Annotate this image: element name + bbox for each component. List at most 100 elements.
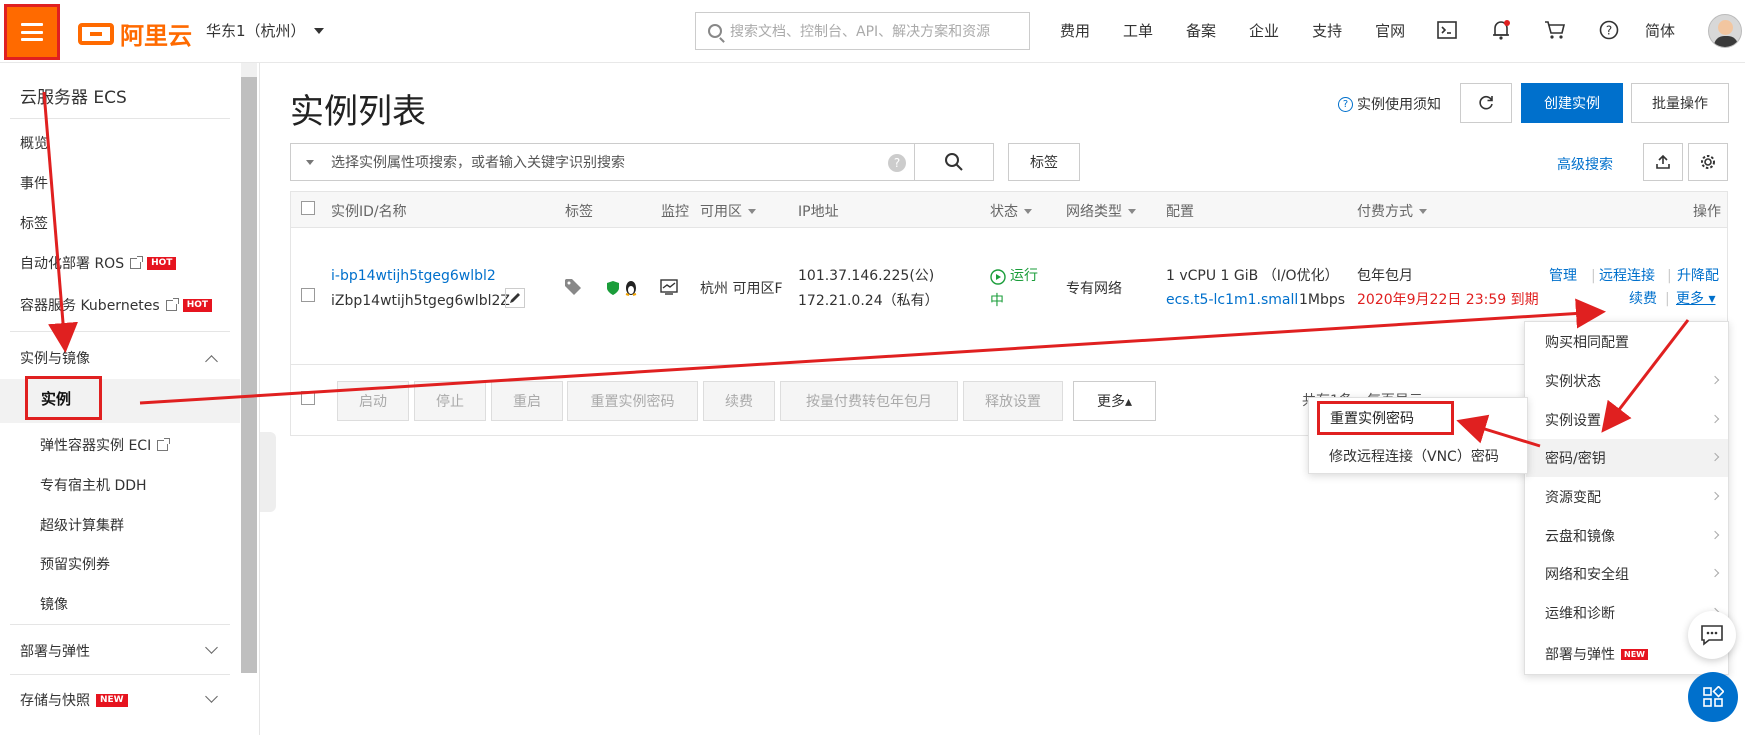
submenu-item-vnc-password[interactable]: 修改远程连接（VNC）密码 bbox=[1329, 446, 1499, 466]
convert-billing-button[interactable]: 按量付费转包年包月 bbox=[780, 381, 958, 421]
submenu-item-reset-password[interactable]: 重置实例密码 bbox=[1317, 401, 1454, 435]
nav-filing[interactable]: 备案 bbox=[1186, 20, 1216, 41]
separator: | bbox=[1665, 291, 1670, 307]
col-status[interactable]: 状态 bbox=[990, 201, 1032, 221]
nav-ticket[interactable]: 工单 bbox=[1123, 20, 1153, 41]
footer-select-all-checkbox[interactable] bbox=[301, 391, 315, 405]
advanced-search-link[interactable]: 高级搜索 bbox=[1557, 154, 1613, 174]
sidebar-group-deploy[interactable]: 部署与弹性 bbox=[20, 641, 90, 661]
sidebar-title: 云服务器 ECS bbox=[20, 88, 127, 108]
manage-link[interactable]: 管理 bbox=[1549, 264, 1577, 288]
col-monitor: 监控 bbox=[661, 204, 689, 220]
resize-link[interactable]: 升降配 bbox=[1677, 264, 1719, 288]
sidebar-item-label: 自动化部署 ROS bbox=[20, 256, 125, 272]
select-all-checkbox[interactable] bbox=[301, 201, 315, 215]
batch-operations-button[interactable]: 批量操作 bbox=[1631, 83, 1729, 123]
filter-search-button[interactable] bbox=[914, 143, 994, 181]
sidebar-item-reserved[interactable]: 预留实例券 bbox=[40, 554, 110, 574]
running-icon bbox=[990, 269, 1006, 289]
menu-item-buy-same[interactable]: 购买相同配置 bbox=[1545, 332, 1629, 352]
reset-password-button[interactable]: 重置实例密码 bbox=[567, 381, 698, 421]
sidebar-item-kubernetes[interactable]: 容器服务 Kubernetes HOT bbox=[20, 295, 213, 315]
sidebar-item-images[interactable]: 镜像 bbox=[40, 594, 68, 614]
refresh-button[interactable] bbox=[1460, 83, 1512, 123]
sidebar-item-events[interactable]: 事件 bbox=[20, 173, 48, 193]
footer-more-button[interactable]: 更多▴ bbox=[1073, 381, 1156, 421]
sidebar-item-instances[interactable]: 实例 bbox=[25, 376, 102, 420]
global-search-input[interactable]: 搜索文档、控制台、API、解决方案和资源 bbox=[695, 12, 1030, 50]
sidebar-item-label: 实例 bbox=[41, 389, 72, 408]
sidebar-item-overview[interactable]: 概览 bbox=[20, 133, 48, 153]
menu-item-disk-image[interactable]: 云盘和镜像 bbox=[1545, 526, 1615, 546]
sort-icon bbox=[1419, 208, 1427, 214]
tag-filter-button[interactable]: 标签 bbox=[1008, 143, 1080, 181]
language-selector[interactable]: 简体 bbox=[1645, 20, 1675, 41]
start-button[interactable]: 启动 bbox=[337, 381, 409, 421]
tag-icon[interactable] bbox=[564, 278, 582, 300]
create-instance-button[interactable]: 创建实例 bbox=[1521, 83, 1623, 123]
scroll-up-arrow[interactable] bbox=[241, 63, 257, 77]
nav-support[interactable]: 支持 bbox=[1312, 20, 1342, 41]
nav-fees[interactable]: 费用 bbox=[1060, 20, 1090, 41]
apps-button[interactable] bbox=[1688, 672, 1738, 722]
sidebar-item-ddh[interactable]: 专有宿主机 DDH bbox=[40, 475, 147, 495]
instance-name: iZbp14wtijh5tgeg6wlbl2Z bbox=[331, 293, 510, 309]
more-actions-link[interactable]: 更多 ▾ bbox=[1676, 287, 1715, 311]
linux-icon bbox=[623, 278, 639, 300]
sidebar-item-tags[interactable]: 标签 bbox=[20, 213, 48, 233]
edit-name-button[interactable] bbox=[505, 288, 525, 308]
sidebar-item-label: 超级计算集群 bbox=[40, 518, 124, 534]
sidebar-item-label: 容器服务 Kubernetes bbox=[20, 298, 160, 314]
sidebar-item-scc[interactable]: 超级计算集群 bbox=[40, 515, 124, 535]
sidebar-scrollbar[interactable] bbox=[241, 63, 257, 673]
export-button[interactable] bbox=[1643, 143, 1683, 181]
sidebar-group-label: 实例与镜像 bbox=[20, 351, 90, 367]
user-avatar[interactable] bbox=[1708, 14, 1742, 48]
sidebar-group-instances-images[interactable]: 实例与镜像 bbox=[20, 348, 90, 368]
renew-button[interactable]: 续费 bbox=[703, 381, 775, 421]
monitor-chart-icon[interactable] bbox=[660, 279, 678, 299]
release-settings-button[interactable]: 释放设置 bbox=[963, 381, 1063, 421]
instance-type-link[interactable]: ecs.t5-lc1m1.small bbox=[1166, 288, 1298, 312]
menu-item-resource-change[interactable]: 资源变配 bbox=[1545, 487, 1601, 507]
sidebar-collapse-handle[interactable] bbox=[260, 432, 276, 512]
instance-notice-link[interactable]: ? 实例使用须知 bbox=[1338, 94, 1441, 114]
nav-enterprise[interactable]: 企业 bbox=[1249, 20, 1279, 41]
menu-item-ops-diagnose[interactable]: 运维和诊断 bbox=[1545, 603, 1615, 623]
sidebar-item-eci[interactable]: 弹性容器实例 ECI bbox=[40, 435, 171, 455]
menu-item-password-keys[interactable]: 密码/密钥 bbox=[1545, 448, 1606, 468]
settings-button[interactable] bbox=[1688, 143, 1728, 181]
hamburger-menu-button[interactable] bbox=[4, 4, 60, 60]
region-selector[interactable]: 华东1（杭州） bbox=[206, 20, 324, 41]
col-network[interactable]: 网络类型 bbox=[1066, 201, 1136, 221]
terminal-icon[interactable] bbox=[1435, 18, 1459, 42]
aliyun-logo[interactable]: 阿里云 bbox=[78, 16, 192, 51]
chat-button[interactable] bbox=[1688, 611, 1736, 659]
help-icon[interactable]: ? bbox=[888, 154, 906, 172]
instance-filter-input[interactable]: 选择实例属性项搜索，或者输入关键字识别搜索 ? bbox=[290, 143, 915, 181]
status-running: 运行 bbox=[1010, 268, 1038, 284]
col-zone[interactable]: 可用区 bbox=[700, 201, 756, 221]
renew-link[interactable]: 续费 bbox=[1629, 287, 1657, 311]
menu-item-deploy-elastic[interactable]: 部署与弹性 NEW bbox=[1545, 644, 1648, 664]
stop-button[interactable]: 停止 bbox=[414, 381, 486, 421]
menu-item-instance-status[interactable]: 实例状态 bbox=[1545, 371, 1601, 391]
top-bar: 阿里云 华东1（杭州） 搜索文档、控制台、API、解决方案和资源 费用 工单 备… bbox=[0, 0, 1745, 63]
aliyun-logo-icon bbox=[78, 22, 114, 45]
restart-button[interactable]: 重启 bbox=[491, 381, 563, 421]
separator: | bbox=[1667, 268, 1672, 284]
row-checkbox[interactable] bbox=[301, 288, 315, 302]
help-icon[interactable]: ? bbox=[1597, 18, 1621, 42]
cart-icon[interactable] bbox=[1543, 18, 1567, 42]
chevron-down-icon bbox=[205, 641, 218, 654]
col-billing[interactable]: 付费方式 bbox=[1357, 201, 1427, 221]
instance-id-link[interactable]: i-bp14wtijh5tgeg6wlbl2 bbox=[331, 264, 496, 288]
nav-official-site[interactable]: 官网 bbox=[1375, 20, 1405, 41]
sidebar-item-ros[interactable]: 自动化部署 ROS HOT bbox=[20, 253, 177, 273]
remote-connect-link[interactable]: 远程连接 bbox=[1599, 264, 1655, 288]
menu-item-network-security[interactable]: 网络和安全组 bbox=[1545, 564, 1629, 584]
sidebar-group-storage[interactable]: 存储与快照 NEW bbox=[20, 690, 128, 710]
bell-icon[interactable] bbox=[1489, 18, 1513, 42]
col-status-label: 状态 bbox=[990, 204, 1018, 220]
menu-item-instance-settings[interactable]: 实例设置 bbox=[1545, 410, 1601, 430]
